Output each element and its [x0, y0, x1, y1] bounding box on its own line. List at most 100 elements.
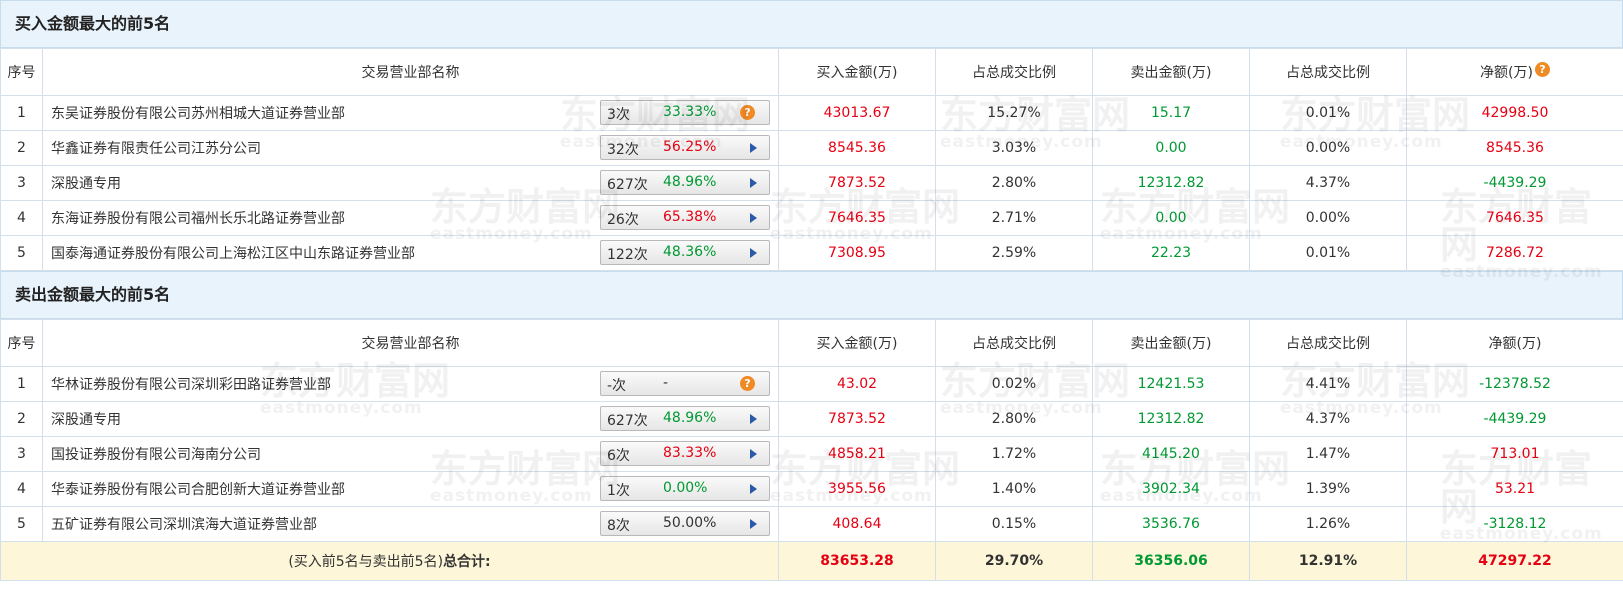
row-sell: 12312.82: [1092, 165, 1250, 201]
table-row: 2 华鑫证券有限责任公司江苏分公司 32次 56.25% 8545.36 3.03% 0.0…: [0, 130, 1623, 166]
row-no: 4: [0, 471, 43, 507]
history-badge[interactable]: 627次 48.96%: [600, 406, 770, 431]
col-net-label: 净额(万): [1480, 65, 1533, 81]
row-name-cell: 华鑫证券有限责任公司江苏分公司 32次 56.25%: [42, 130, 779, 166]
history-badge[interactable]: 32次 56.25%: [600, 135, 770, 160]
total-label-bold: 总合计:: [443, 554, 491, 570]
play-arrow-icon[interactable]: [750, 449, 757, 459]
history-badge[interactable]: 3次 33.33%?: [600, 100, 770, 125]
row-name-cell: 东吴证券股份有限公司苏州相城大道证券营业部 3次 33.33%?: [42, 95, 779, 131]
total-buy: 83653.28: [778, 541, 936, 581]
play-arrow-icon[interactable]: [750, 213, 757, 223]
question-icon[interactable]: ?: [740, 376, 755, 391]
broker-name-link[interactable]: 国投证券股份有限公司海南分公司: [51, 444, 261, 464]
row-no: 3: [0, 165, 43, 201]
win-rate: 65.38%: [663, 209, 717, 225]
play-arrow-icon[interactable]: [750, 414, 757, 424]
row-buy: 43.02: [778, 366, 936, 402]
appear-times: 32次: [607, 142, 639, 158]
buy-table-header: 序号 交易营业部名称 买入金额(万) 占总成交比例 卖出金额(万) 占总成交比例…: [0, 48, 1623, 96]
col-net: 净额(万)?: [1406, 48, 1623, 96]
broker-name-link[interactable]: 国泰海通证券股份有限公司上海松江区中山东路证券营业部: [51, 243, 415, 263]
history-badge[interactable]: 627次 48.96%: [600, 170, 770, 195]
row-no: 1: [0, 366, 43, 402]
col-sell: 卖出金额(万): [1092, 319, 1250, 367]
row-buy: 7873.52: [778, 165, 936, 201]
play-arrow-icon[interactable]: [750, 484, 757, 494]
broker-name-link[interactable]: 华鑫证券有限责任公司江苏分公司: [51, 138, 261, 158]
sell-table-header: 序号 交易营业部名称 买入金额(万) 占总成交比例 卖出金额(万) 占总成交比例…: [0, 319, 1623, 367]
row-sell-ratio: 4.37%: [1249, 165, 1407, 201]
row-net: -4439.29: [1406, 401, 1623, 437]
broker-name-link[interactable]: 深股通专用: [51, 173, 121, 193]
win-rate: -: [663, 375, 669, 391]
row-sell-ratio: 0.01%: [1249, 95, 1407, 131]
col-name: 交易营业部名称: [42, 48, 779, 96]
table-row: 1 东吴证券股份有限公司苏州相城大道证券营业部 3次 33.33%? 43013.67 1…: [0, 95, 1623, 131]
row-sell: 3536.76: [1092, 506, 1250, 542]
table-row: 2 深股通专用 627次 48.96% 7873.52 2.80% 12312.82 4.37…: [0, 401, 1623, 437]
col-buy-ratio: 占总成交比例: [935, 48, 1093, 96]
table-row: 3 国投证券股份有限公司海南分公司 6次 83.33% 4858.21 1.72% 4145…: [0, 436, 1623, 472]
broker-name-link[interactable]: 华泰证券股份有限公司合肥创新大道证券营业部: [51, 479, 345, 499]
table-row: 3 深股通专用 627次 48.96% 7873.52 2.80% 12312.82 4.37…: [0, 165, 1623, 201]
sell-table: 序号 交易营业部名称 买入金额(万) 占总成交比例 卖出金额(万) 占总成交比例…: [0, 319, 1623, 581]
row-sell-ratio: 1.39%: [1249, 471, 1407, 507]
row-buy-ratio: 2.80%: [935, 401, 1093, 437]
sell-section-title: 卖出金额最大的前5名: [0, 271, 1623, 319]
col-sell-ratio: 占总成交比例: [1249, 319, 1407, 367]
col-buy-ratio: 占总成交比例: [935, 319, 1093, 367]
row-net: -3128.12: [1406, 506, 1623, 542]
broker-name-link[interactable]: 深股通专用: [51, 409, 121, 429]
row-sell-ratio: 0.01%: [1249, 235, 1407, 271]
broker-name-link[interactable]: 东吴证券股份有限公司苏州相城大道证券营业部: [51, 103, 345, 123]
appear-times: 8次: [607, 518, 630, 534]
total-sell: 36356.06: [1092, 541, 1250, 581]
history-badge[interactable]: 8次 50.00%: [600, 511, 770, 536]
row-name-cell: 华泰证券股份有限公司合肥创新大道证券营业部 1次 0.00%: [42, 471, 779, 507]
row-net: 7646.35: [1406, 200, 1623, 236]
history-badge[interactable]: 1次 0.00%: [600, 476, 770, 501]
row-buy-ratio: 2.80%: [935, 165, 1093, 201]
row-buy: 43013.67: [778, 95, 936, 131]
win-rate: 50.00%: [663, 515, 717, 531]
appear-times: 1次: [607, 483, 630, 499]
history-badge[interactable]: 122次 48.36%: [600, 240, 770, 265]
table-row: 4 华泰证券股份有限公司合肥创新大道证券营业部 1次 0.00% 3955.56 1.40…: [0, 471, 1623, 507]
row-name-cell: 深股通专用 627次 48.96%: [42, 165, 779, 201]
col-buy: 买入金额(万): [778, 319, 936, 367]
col-no: 序号: [0, 319, 43, 367]
row-net: 53.21: [1406, 471, 1623, 507]
broker-name-link[interactable]: 五矿证券有限公司深圳滨海大道证券营业部: [51, 514, 317, 534]
row-buy-ratio: 2.59%: [935, 235, 1093, 271]
win-rate: 48.96%: [663, 174, 717, 190]
row-no: 5: [0, 506, 43, 542]
play-arrow-icon[interactable]: [750, 248, 757, 258]
play-arrow-icon[interactable]: [750, 519, 757, 529]
question-icon[interactable]: ?: [740, 105, 755, 120]
total-buy-ratio: 29.70%: [935, 541, 1093, 581]
row-net: 42998.50: [1406, 95, 1623, 131]
history-badge[interactable]: 26次 65.38%: [600, 205, 770, 230]
lhb-page: 买入金额最大的前5名 序号 交易营业部名称 买入金额(万) 占总成交比例 卖出金…: [0, 0, 1623, 594]
row-no: 4: [0, 200, 43, 236]
row-name-cell: 深股通专用 627次 48.96%: [42, 401, 779, 437]
history-badge[interactable]: -次 -?: [600, 371, 770, 396]
row-no: 5: [0, 235, 43, 271]
play-arrow-icon[interactable]: [750, 143, 757, 153]
appear-times: 627次: [607, 177, 648, 193]
history-badge[interactable]: 6次 83.33%: [600, 441, 770, 466]
broker-name-link[interactable]: 华林证券股份有限公司深圳彩田路证券营业部: [51, 374, 331, 394]
row-name-cell: 东海证券股份有限公司福州长乐北路证券营业部 26次 65.38%: [42, 200, 779, 236]
broker-name-link[interactable]: 东海证券股份有限公司福州长乐北路证券营业部: [51, 208, 345, 228]
question-icon[interactable]: ?: [1534, 62, 1550, 77]
win-rate: 33.33%: [663, 104, 717, 120]
total-label: (买入前5名与卖出前5名)总合计:: [0, 541, 779, 581]
play-arrow-icon[interactable]: [750, 178, 757, 188]
row-sell: 15.17: [1092, 95, 1250, 131]
row-buy-ratio: 15.27%: [935, 95, 1093, 131]
sell-table-body: 1 华林证券股份有限公司深圳彩田路证券营业部 -次 -? 43.02 0.02% 12421…: [0, 366, 1623, 542]
row-buy-ratio: 3.03%: [935, 130, 1093, 166]
row-buy: 3955.56: [778, 471, 936, 507]
row-net: 7286.72: [1406, 235, 1623, 271]
